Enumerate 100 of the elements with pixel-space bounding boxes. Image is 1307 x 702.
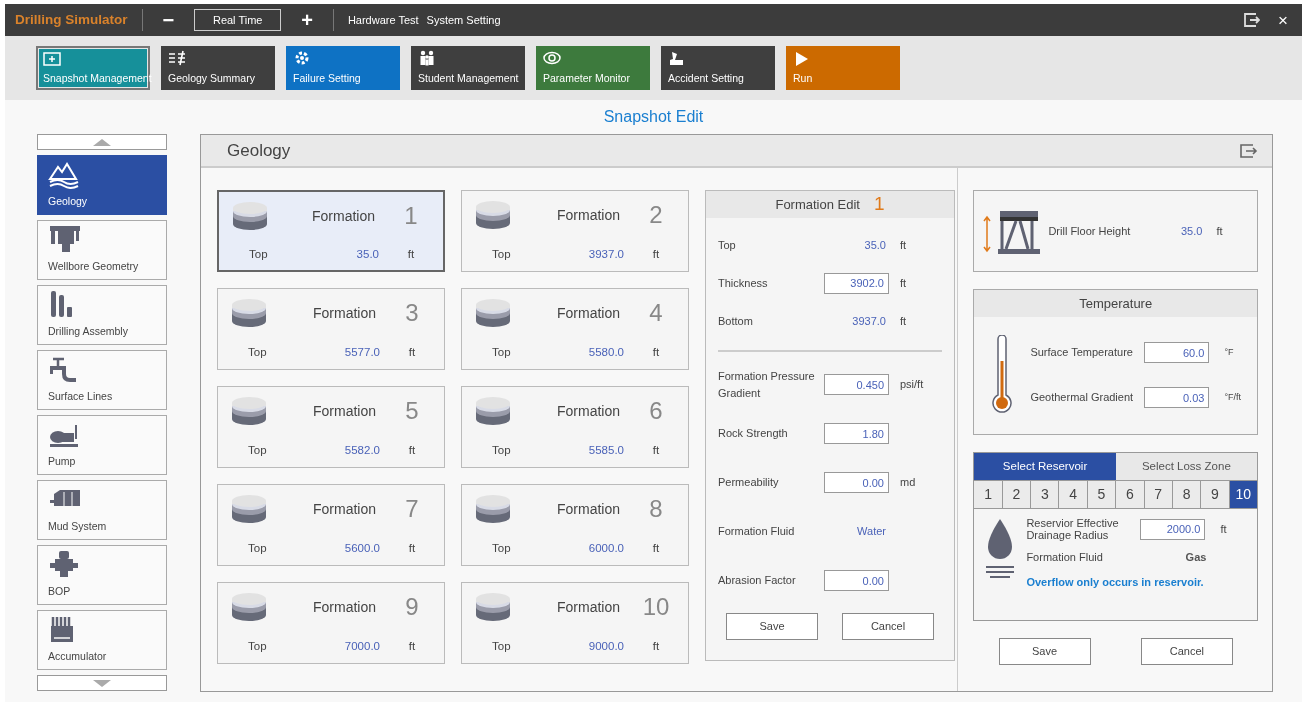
field-label: Abrasion Factor [718,573,797,589]
layers-icon [232,494,266,524]
top-value: 5580.0 [587,345,625,361]
sidebar-item[interactable]: Accumulator [37,610,167,670]
layers-icon [476,298,510,328]
value-field[interactable]: 2000.0 [1140,518,1206,540]
sidebar-item[interactable]: Mud System [37,480,167,540]
unit-label: ft [651,443,661,459]
unit-label: ft [406,247,416,263]
top-label: Top [247,541,268,557]
layers-icon [232,396,266,426]
menu-item[interactable]: Hardware Test [347,11,419,29]
value-field[interactable]: 0.03 [1144,387,1210,408]
formation-card[interactable]: Formation 1 Top 35.0 ft [217,190,445,272]
formation-number: 2 [648,200,664,230]
zone-button[interactable]: 7 [1144,481,1173,508]
zone-button[interactable]: 5 [1087,481,1117,508]
zone-button[interactable]: 2 [1002,481,1032,508]
action-button[interactable]: Cancel [1140,638,1233,665]
formation-card[interactable]: Formation 3 Top 5577.0 ft [217,288,445,370]
close-button[interactable]: × [1274,11,1292,29]
lines-icon [168,50,186,67]
formation-card[interactable]: Formation 2 Top 3937.0 ft [461,190,689,272]
top-label: Top [248,247,269,263]
sidebar-item[interactable]: Geology [37,155,167,215]
toolbar-button[interactable]: Geology Summary [161,46,275,90]
formation-card[interactable]: Formation 7 Top 5600.0 ft [217,484,445,566]
unit-label: ft [651,541,661,557]
sidebar-item[interactable]: Pump [37,415,167,475]
exit-button[interactable] [1240,143,1258,158]
value-field[interactable]: 1.80 [824,423,889,444]
field-value: Water [856,524,887,540]
zone-button[interactable]: 4 [1059,481,1088,508]
decrease-button[interactable]: − [156,10,181,30]
formation-card[interactable]: Formation 10 Top 9000.0 ft [461,582,689,664]
sidebar-item[interactable]: Wellbore Geometry [37,220,167,280]
formation-number: 1 [403,201,419,231]
formation-card[interactable]: Formation 6 Top 5585.0 ft [461,386,689,468]
value-field[interactable]: 3902.0 [824,272,889,294]
unit-label: ft [407,639,417,655]
exit-icon [1240,143,1258,158]
action-button[interactable]: Save [998,638,1091,665]
top-label: Top [491,639,512,655]
formation-number: 10 [641,592,671,622]
value-field[interactable]: 0.450 [824,374,889,395]
unit-label: °F/ft [1223,390,1241,404]
value-field[interactable]: 0.00 [824,570,889,591]
sidebar-item[interactable]: Drilling Assembly [37,285,167,345]
reservoir-note: Overflow only occurs in reservoir. [1026,574,1205,590]
toolbar-button[interactable]: Accident Setting [661,46,775,90]
formation-number: 1 [874,192,885,217]
formation-number: 4 [648,298,664,328]
sidebar-item[interactable]: Surface Lines [37,350,167,410]
formation-name: Formation [555,597,621,617]
formation-name: Formation [555,303,621,323]
top-value: 5577.0 [343,345,381,361]
zone-button[interactable]: 8 [1172,481,1202,508]
unit-label: ft [651,345,661,361]
menu-item[interactable]: System Setting [426,11,501,29]
formation-name: Formation [311,499,377,519]
eye-icon [543,50,561,67]
top-value: 3937.0 [587,247,625,263]
unit-label: ft [899,237,908,253]
formation-card[interactable]: Formation 4 Top 5580.0 ft [461,288,689,370]
speed-button[interactable]: Real Time [194,9,282,31]
formation-name: Formation [311,303,377,323]
zone-button[interactable]: 3 [1031,481,1060,508]
toolbar-button[interactable]: Failure Setting [286,46,400,90]
action-button[interactable]: Cancel [842,613,934,640]
toolbar-button[interactable]: Run [786,46,900,90]
increase-button[interactable]: + [295,10,319,30]
app-title: Drilling Simulator [15,10,128,29]
sidebar-item[interactable]: BOP [37,545,167,605]
formation-card[interactable]: Formation 8 Top 6000.0 ft [461,484,689,566]
field-label: Geothermal Gradient [1030,390,1135,406]
tab[interactable]: Select Loss Zone [1115,453,1257,480]
formation-card[interactable]: Formation 5 Top 5582.0 ft [217,386,445,468]
unit-label: ft [651,247,661,263]
unit-label: ft [899,275,908,291]
top-value: 5582.0 [343,443,381,459]
zone-button[interactable]: 1 [974,481,1003,508]
field-label: Surface Temperature [1030,345,1134,361]
top-label: Top [491,443,512,459]
value-field[interactable]: 60.0 [1144,342,1210,363]
unit-label: ft [1219,521,1227,537]
edit-title: Formation Edit [775,195,860,214]
field-label: Drill Floor Height [1048,223,1132,239]
value-field[interactable]: 0.00 [824,472,889,493]
up-arrow-icon [93,138,111,146]
toolbar-button[interactable]: Student Management [411,46,525,90]
toolbar-button[interactable]: Parameter Monitor [536,46,650,90]
tab[interactable]: Select Reservoir [974,453,1116,480]
zone-button[interactable]: 6 [1116,481,1145,508]
zone-button[interactable]: 10 [1229,481,1257,508]
formation-card[interactable]: Formation 9 Top 7000.0 ft [217,582,445,664]
scroll-up-button[interactable] [37,134,167,150]
top-value: 6000.0 [587,541,625,557]
scroll-down-button[interactable] [37,675,167,691]
action-button[interactable]: Save [726,613,818,640]
zone-button[interactable]: 9 [1201,481,1230,508]
